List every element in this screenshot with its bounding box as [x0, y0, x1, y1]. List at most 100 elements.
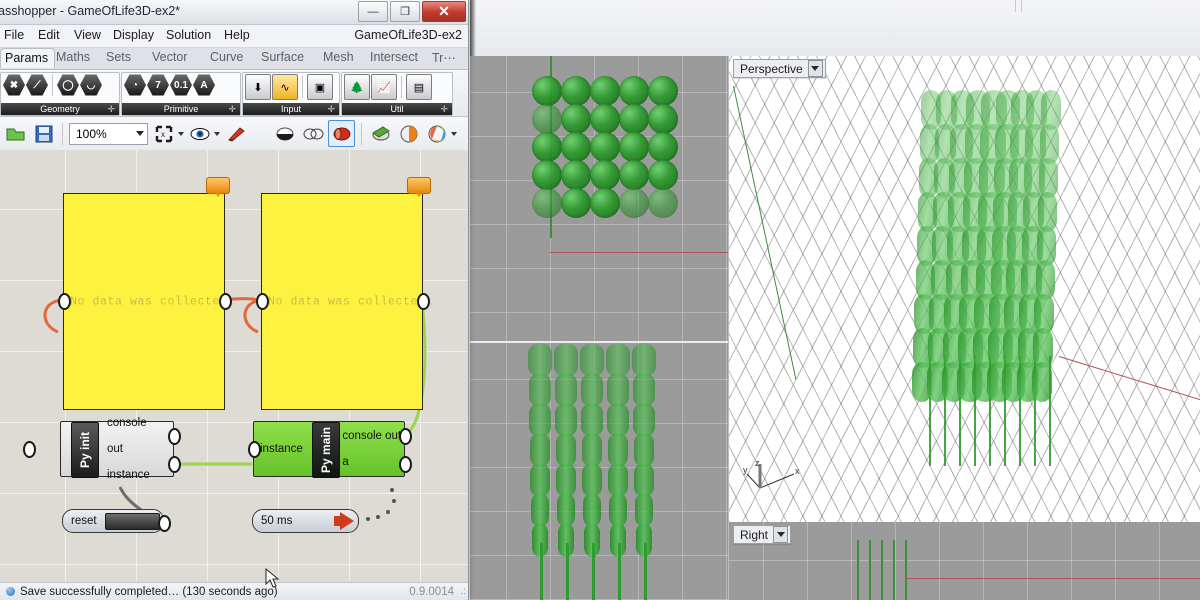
menu-item-file[interactable]: File — [4, 28, 24, 42]
viewport-label-perspective[interactable]: Perspective — [733, 59, 826, 78]
sphere — [619, 132, 649, 162]
viewport-top[interactable] — [470, 56, 728, 341]
tab-surface[interactable]: Surface — [261, 50, 304, 64]
preview-mesh-green-icon[interactable] — [368, 121, 393, 146]
document-toolbar: 100% x — [0, 117, 468, 151]
sphere — [619, 104, 649, 134]
sphere — [590, 132, 620, 162]
tab-intersect[interactable]: Intersect — [370, 50, 418, 64]
param-text-icon[interactable]: A — [193, 74, 215, 96]
open-file-icon[interactable] — [3, 121, 28, 146]
svg-text:x: x — [795, 466, 800, 476]
maximize-button[interactable]: ❐ — [390, 1, 420, 22]
ribbon-group-caption: Primitive ✛ — [122, 103, 240, 115]
py-init-port-console-out[interactable] — [168, 428, 181, 445]
tab-maths[interactable]: Maths — [56, 50, 90, 64]
viewport-right-lower[interactable] — [470, 343, 728, 600]
version-label: 0.9.0014 — [409, 585, 454, 598]
param-boolean-icon[interactable]: ◔ — [124, 74, 146, 96]
color-wheel-icon[interactable] — [424, 121, 449, 146]
zoom-level-combo[interactable]: 100% — [69, 122, 148, 145]
chevron-down-icon[interactable] — [807, 60, 823, 77]
reset-output-port[interactable] — [158, 515, 171, 532]
gh-canvas[interactable]: No data was collected… No data was colle… — [0, 150, 468, 583]
param-point-icon[interactable]: ✖ — [3, 74, 25, 96]
quick-graph-icon[interactable]: 📈 — [371, 74, 397, 100]
tab-vector[interactable]: Vector — [152, 50, 187, 64]
component-py-init[interactable]: Py init console out instance — [60, 417, 174, 481]
panel-left-output-port[interactable] — [219, 293, 232, 310]
menu-item-help[interactable]: Help — [224, 28, 250, 42]
panel-left[interactable]: No data was collected… — [63, 193, 234, 410]
tab-curve[interactable]: Curve — [210, 50, 243, 64]
timer-play-icon[interactable] — [334, 512, 358, 530]
slider-icon[interactable]: ⬇ — [245, 74, 271, 100]
zoom-extents-icon[interactable]: x — [151, 121, 176, 146]
data-tree-icon[interactable]: 🌲 — [344, 74, 370, 100]
panel-right-input-port[interactable] — [256, 293, 269, 310]
py-init-input-port[interactable] — [23, 441, 36, 458]
tab-params[interactable]: Params — [0, 48, 56, 68]
param-circle-icon[interactable]: ◯ — [57, 74, 79, 96]
toggle-switch[interactable] — [104, 512, 160, 530]
chevron-down-icon[interactable] — [451, 131, 457, 136]
preview-orange-icon[interactable] — [396, 121, 421, 146]
panel-right-balloon[interactable] — [407, 177, 431, 197]
timer-interval-label: 50 ms — [261, 515, 293, 527]
blob — [606, 343, 630, 377]
tab-transform[interactable]: Tr⋯ — [432, 50, 456, 65]
svg-text:y: y — [743, 465, 748, 475]
sphere — [561, 188, 591, 218]
panel-left-balloon[interactable] — [206, 177, 230, 197]
boolean-toggle-icon[interactable]: ▣ — [307, 74, 333, 100]
boolean-toggle-reset[interactable]: reset — [62, 509, 164, 533]
py-init-nub[interactable]: Py init — [71, 422, 99, 478]
close-button[interactable]: ✕ — [422, 1, 466, 22]
gradient-icon[interactable]: ▤ — [406, 74, 432, 100]
chevron-down-icon[interactable] — [773, 526, 789, 543]
chevron-down-icon[interactable] — [214, 131, 220, 136]
viewport-perspective[interactable]: Perspective — [728, 56, 1200, 522]
param-curve-icon[interactable]: ◡ — [80, 74, 102, 96]
menu-item-display[interactable]: Display — [113, 28, 154, 42]
param-number-icon[interactable]: 0.1 — [170, 74, 192, 96]
menu-item-view[interactable]: View — [74, 28, 101, 42]
viewport-label-right[interactable]: Right — [733, 525, 792, 544]
viewport-right[interactable]: Right — [728, 522, 1200, 600]
py-main-nub[interactable]: Py main — [312, 422, 340, 478]
bake-icon[interactable] — [223, 121, 248, 146]
component-py-main[interactable]: instance Py main console out a — [253, 421, 405, 478]
tab-mesh[interactable]: Mesh — [323, 50, 354, 64]
panel-right[interactable]: No data was collected… — [261, 193, 432, 410]
preview-wireframe-icon[interactable] — [300, 121, 325, 146]
tab-sets[interactable]: Sets — [106, 50, 131, 64]
title-bar[interactable]: asshopper - GameOfLife3D-ex2* — ❐ ✕ — [0, 0, 468, 25]
blob — [609, 493, 627, 527]
blob — [608, 463, 628, 497]
minimize-button[interactable]: — — [358, 1, 388, 22]
param-integer-icon[interactable]: 7 — [147, 74, 169, 96]
menu-item-solution[interactable]: Solution — [166, 28, 211, 42]
sphere — [532, 132, 562, 162]
preview-off-icon[interactable] — [272, 121, 297, 146]
param-vector-icon[interactable]: ⟋ — [26, 74, 48, 96]
timer-component[interactable]: 50 ms — [252, 509, 359, 533]
py-main-port-a[interactable] — [399, 456, 412, 473]
reset-label: reset — [71, 515, 97, 527]
sphere — [561, 76, 591, 106]
py-main-input-port[interactable] — [248, 441, 261, 458]
resize-grip-icon[interactable]: .: — [460, 586, 466, 597]
py-main-port-console-out[interactable] — [399, 428, 412, 445]
preview-shaded-icon[interactable] — [328, 120, 355, 147]
panel-text: No data was collected… — [268, 295, 434, 308]
menu-item-edit[interactable]: Edit — [38, 28, 60, 42]
preview-eye-icon[interactable] — [187, 121, 212, 146]
py-init-outputs: console out instance — [103, 417, 159, 481]
panel-left-input-port[interactable] — [58, 293, 71, 310]
chevron-down-icon[interactable] — [178, 131, 184, 136]
graph-mapper-icon[interactable]: ∿ — [272, 74, 298, 100]
panel-right-output-port[interactable] — [417, 293, 430, 310]
save-icon[interactable] — [31, 121, 56, 146]
sphere — [590, 104, 620, 134]
py-init-port-instance[interactable] — [168, 456, 181, 473]
